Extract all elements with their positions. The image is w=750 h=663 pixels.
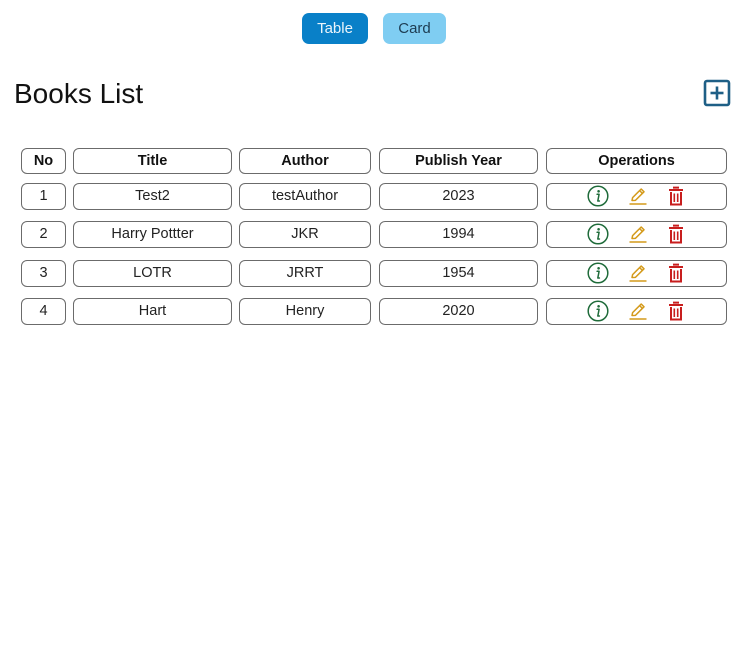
cell-title: Test2 (73, 183, 232, 210)
column-header-author: Author (239, 148, 371, 174)
cell-title: LOTR (73, 260, 232, 287)
page: Table Card Books List No Title Author Pu… (0, 0, 750, 663)
card-view-button[interactable]: Card (383, 13, 446, 44)
delete-trash-icon[interactable] (665, 262, 687, 284)
cell-operations (546, 183, 727, 210)
cell-no: 1 (21, 183, 66, 210)
cell-title: Hart (73, 298, 232, 325)
cell-operations (546, 298, 727, 325)
cell-author: JKR (239, 221, 371, 248)
cell-publish-year: 1994 (379, 221, 538, 248)
page-title: Books List (14, 78, 144, 109)
edit-pencil-icon[interactable] (627, 262, 649, 284)
info-circle-icon[interactable] (587, 185, 609, 207)
cell-author: JRRT (239, 260, 371, 287)
info-circle-icon[interactable] (587, 262, 609, 284)
cell-publish-year: 1954 (379, 260, 538, 287)
plus-square-icon (703, 79, 731, 107)
cell-author: Henry (239, 298, 371, 325)
cell-title: Harry Pottter (73, 221, 232, 248)
cell-author: testAuthor (239, 183, 371, 210)
column-header-operations: Operations (546, 148, 727, 174)
cell-operations (546, 260, 727, 287)
info-circle-icon[interactable] (587, 300, 609, 322)
column-header-title: Title (73, 148, 232, 174)
delete-trash-icon[interactable] (665, 223, 687, 245)
cell-publish-year: 2023 (379, 183, 538, 210)
table-view-button[interactable]: Table (302, 13, 368, 44)
view-toggle: Table Card (0, 13, 750, 45)
cell-no: 3 (21, 260, 66, 287)
cell-no: 2 (21, 221, 66, 248)
cell-no: 4 (21, 298, 66, 325)
add-book-button[interactable] (703, 79, 731, 107)
edit-pencil-icon[interactable] (627, 300, 649, 322)
cell-publish-year: 2020 (379, 298, 538, 325)
delete-trash-icon[interactable] (665, 185, 687, 207)
column-header-no: No (21, 148, 66, 174)
delete-trash-icon[interactable] (665, 300, 687, 322)
column-header-publish-year: Publish Year (379, 148, 538, 174)
cell-operations (546, 221, 727, 248)
info-circle-icon[interactable] (587, 223, 609, 245)
edit-pencil-icon[interactable] (627, 185, 649, 207)
edit-pencil-icon[interactable] (627, 223, 649, 245)
